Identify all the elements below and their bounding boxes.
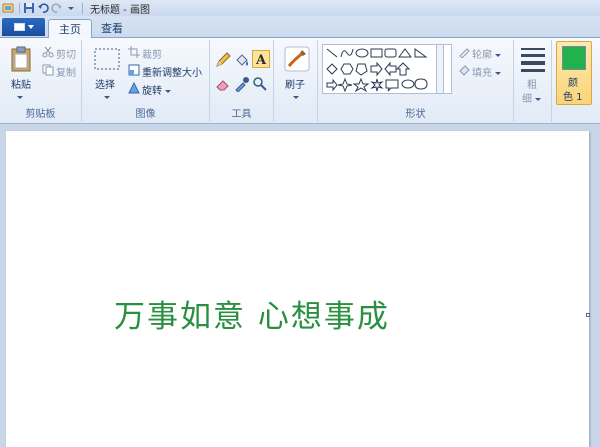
rotate-label: 旋转 — [142, 86, 162, 97]
image-group-label: 图像 — [135, 109, 156, 120]
shapes-gallery[interactable] — [322, 44, 452, 94]
cut-icon — [42, 46, 54, 61]
color1-label-top: 颜 — [568, 78, 578, 89]
crop-button[interactable]: 裁剪 — [142, 46, 162, 61]
fill-button[interactable]: 填充 — [472, 64, 502, 79]
rotate-icon — [128, 81, 140, 97]
outline-button[interactable]: 轮廓 — [472, 46, 502, 61]
tab-home[interactable]: 主页 — [48, 19, 92, 39]
size-group: 粗 细 — [514, 40, 552, 122]
resize-button[interactable]: 重新调整大小 — [142, 64, 202, 79]
chevron-down-icon — [535, 97, 542, 101]
tools-group: A 工具 — [210, 40, 274, 122]
drawing-canvas[interactable]: 万事如意 心想事成 — [6, 131, 589, 447]
file-menu-icon — [13, 23, 25, 31]
magnifier-icon[interactable] — [252, 76, 268, 95]
redo-icon[interactable] — [51, 2, 63, 14]
copy-button[interactable]: 复制 — [56, 64, 76, 79]
undo-icon[interactable] — [37, 2, 49, 14]
outline-label: 轮廓 — [472, 50, 492, 61]
save-icon[interactable] — [23, 2, 35, 14]
fill-label: 填充 — [472, 68, 492, 79]
brush-icon[interactable] — [284, 46, 310, 75]
shapes-group: 轮廓 填充 形状 — [318, 40, 514, 122]
pencil-icon[interactable] — [215, 52, 231, 71]
color1-button[interactable]: 颜 色 1 — [556, 41, 592, 105]
color-picker-icon[interactable] — [234, 76, 250, 95]
shapes-scrollbar[interactable] — [436, 44, 444, 94]
title-bar: 无标题 - 画图 — [0, 0, 600, 16]
fill-icon — [458, 64, 470, 79]
app-icon[interactable] — [2, 2, 14, 14]
select-dropdown-icon[interactable] — [104, 92, 110, 103]
chevron-down-icon — [495, 71, 502, 75]
color1-swatch — [562, 46, 586, 70]
size-label-bottom[interactable]: 细 — [522, 90, 542, 105]
eraser-icon[interactable] — [215, 76, 231, 95]
image-group: 选择 裁剪 重新调整大小 旋转 图像 — [82, 40, 210, 122]
fill-bucket-icon[interactable] — [234, 52, 250, 71]
tab-view[interactable]: 查看 — [91, 19, 133, 39]
canvas-text[interactable]: 万事如意 心想事成 — [114, 291, 390, 336]
qat-separator — [82, 2, 83, 14]
shapes-group-label: 形状 — [405, 109, 426, 120]
rotate-button[interactable]: 旋转 — [142, 82, 172, 97]
size-label-bottom-text: 细 — [522, 94, 532, 105]
paste-icon[interactable] — [10, 46, 32, 75]
outline-icon — [458, 46, 470, 61]
tools-group-label: 工具 — [231, 109, 252, 120]
chevron-down-icon — [165, 89, 172, 93]
canvas-resize-handle-right[interactable] — [586, 313, 590, 317]
text-tool-icon[interactable]: A — [252, 50, 270, 68]
color1-fill — [563, 47, 585, 69]
copy-icon — [42, 64, 54, 79]
ribbon: 粘贴 剪切 复制 剪贴板 选择 裁剪 重新调整大小 旋转 图像 A 工具 刷子 … — [0, 38, 600, 124]
clipboard-group-label: 剪贴板 — [25, 109, 56, 120]
color1-label-bottom: 色 1 — [563, 92, 583, 103]
select-label[interactable]: 选择 — [95, 76, 115, 91]
chevron-down-icon — [495, 53, 502, 57]
svg-text:A: A — [255, 53, 267, 67]
ribbon-tab-row: 主页 查看 — [0, 16, 600, 39]
paste-dropdown-icon[interactable] — [17, 92, 23, 103]
qat-separator — [19, 2, 20, 14]
window-title: 无标题 - 画图 — [90, 4, 150, 16]
brushes-dropdown-icon[interactable] — [293, 92, 299, 103]
size-label-top[interactable]: 粗 — [527, 76, 537, 91]
cut-button[interactable]: 剪切 — [56, 46, 76, 61]
brushes-label[interactable]: 刷子 — [285, 76, 305, 91]
select-icon[interactable] — [94, 48, 120, 75]
file-menu-button[interactable] — [2, 18, 45, 36]
crop-icon — [128, 46, 140, 61]
resize-icon — [128, 64, 140, 79]
chevron-down-icon — [27, 25, 34, 29]
size-lines-icon[interactable] — [520, 46, 546, 75]
workspace: 万事如意 心想事成 — [0, 125, 600, 447]
paste-label[interactable]: 粘贴 — [11, 76, 31, 91]
clipboard-group: 粘贴 剪切 复制 剪贴板 — [0, 40, 82, 122]
brushes-group: 刷子 — [274, 40, 318, 122]
qat-customize-icon[interactable] — [65, 2, 77, 14]
